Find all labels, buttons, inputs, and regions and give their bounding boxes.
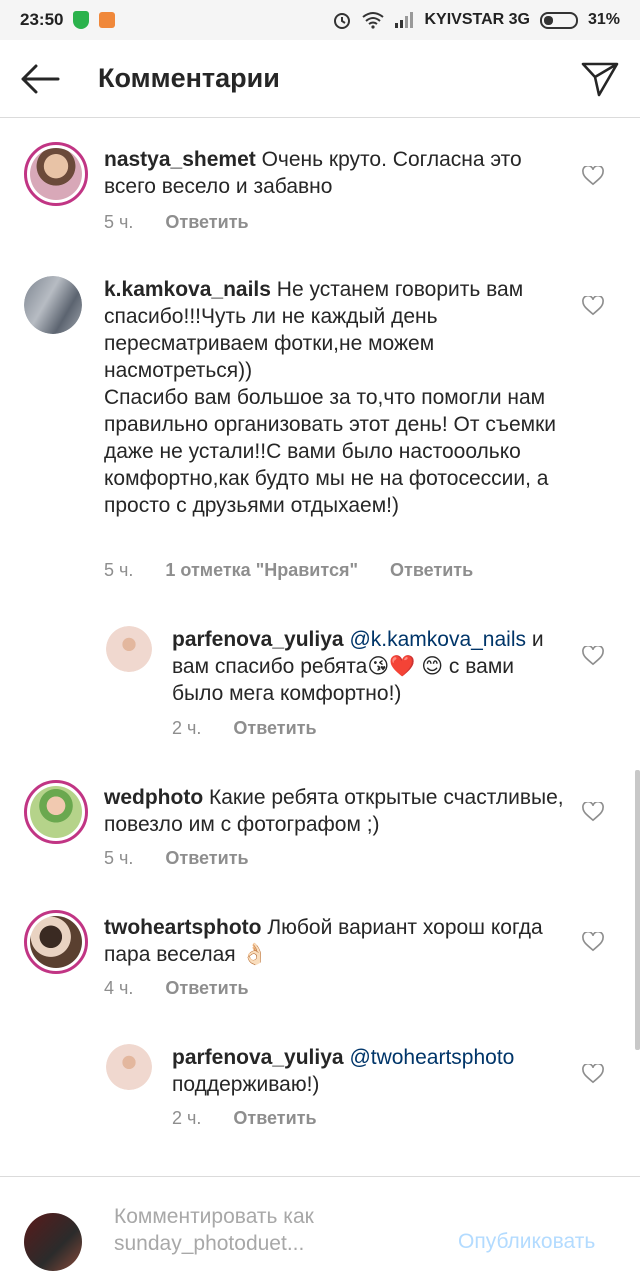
reply-button[interactable]: Ответить	[165, 978, 248, 999]
scrollbar[interactable]	[635, 770, 640, 1050]
arrow-left-icon	[21, 64, 60, 93]
likes-count[interactable]: 1 отметка "Нравится"	[165, 560, 358, 581]
carrier-label: KYIVSTAR 3G	[424, 11, 530, 28]
battery-percent: 31%	[587, 11, 620, 28]
comment-body: поддерживаю!)	[172, 1073, 320, 1096]
comment-time: 5 ч.	[104, 848, 134, 868]
comment-text: k.kamkova_nails Не устанем говорить вам …	[104, 276, 564, 519]
comment-time: 5 ч.	[104, 560, 134, 580]
avatar[interactable]	[24, 276, 82, 334]
alarm-icon	[334, 13, 351, 29]
current-user-avatar	[24, 1213, 82, 1271]
comment-text: parfenova_yuliya @twoheartsphoto поддерж…	[172, 1044, 552, 1098]
header: Комментарии	[0, 40, 640, 118]
comment-meta: 5 ч. Ответить	[104, 212, 249, 233]
avatar[interactable]	[106, 626, 152, 672]
avatar[interactable]	[24, 780, 88, 844]
wifi-icon	[362, 12, 385, 29]
comment-username[interactable]: wedphoto	[104, 786, 203, 809]
page-title: Комментарии	[98, 63, 280, 93]
app-notification-icon	[99, 12, 116, 28]
comment-username[interactable]: parfenova_yuliya	[172, 1046, 344, 1069]
reply-button[interactable]: Ответить	[390, 560, 473, 581]
comment-username[interactable]: twoheartsphoto	[104, 916, 262, 939]
mention-link[interactable]: @k.kamkova_nails	[349, 628, 526, 651]
heart-icon[interactable]	[582, 802, 604, 822]
reply-button[interactable]: Ответить	[233, 718, 316, 739]
comment-username[interactable]: parfenova_yuliya	[172, 628, 344, 651]
comment-input[interactable]: Комментировать как sunday_photoduet...	[114, 1203, 434, 1257]
heart-icon[interactable]	[582, 296, 604, 316]
comment-text: nastya_shemet Очень круто. Согласна это …	[104, 146, 564, 200]
battery-icon	[539, 11, 578, 29]
share-button[interactable]	[560, 40, 640, 118]
comment-meta: 5 ч. Ответить	[104, 848, 249, 869]
reply-button[interactable]: Ответить	[165, 212, 248, 233]
status-time: 23:50	[20, 10, 64, 29]
comment-input-bar: Комментировать как sunday_photoduet... О…	[0, 1176, 640, 1280]
heart-icon[interactable]	[582, 166, 604, 186]
publish-button[interactable]: Опубликовать	[458, 1230, 595, 1254]
avatar[interactable]	[106, 1044, 152, 1090]
signal-icon	[395, 12, 414, 28]
comment-meta: 2 ч. Ответить	[172, 718, 317, 739]
comment-time: 5 ч.	[104, 212, 134, 232]
reply-button[interactable]: Ответить	[233, 1108, 316, 1129]
avatar[interactable]	[24, 910, 88, 974]
comment-body: Не устанем говорить вам спасибо!!!Чуть л…	[104, 278, 556, 517]
avatar[interactable]	[24, 142, 88, 206]
comment-meta: 4 ч. Ответить	[104, 978, 249, 999]
back-button[interactable]	[0, 40, 80, 118]
heart-icon[interactable]	[582, 1064, 604, 1084]
security-shield-icon	[73, 11, 90, 29]
reply-button[interactable]: Ответить	[165, 848, 248, 869]
comment-time: 4 ч.	[104, 978, 134, 998]
comment-meta: 2 ч. Ответить	[172, 1108, 317, 1129]
paper-plane-icon	[581, 62, 619, 96]
heart-icon[interactable]	[582, 932, 604, 952]
mention-link[interactable]: @twoheartsphoto	[349, 1046, 514, 1069]
comment-meta: 5 ч. 1 отметка "Нравится" Ответить	[104, 560, 473, 581]
comment-username[interactable]: k.kamkova_nails	[104, 278, 271, 301]
comment-time: 2 ч.	[172, 718, 202, 738]
status-bar: 23:50 KYIVSTAR 3G 31%	[0, 0, 640, 40]
heart-icon[interactable]	[582, 646, 604, 666]
comment-text: twoheartsphoto Любой вариант хорош когда…	[104, 914, 564, 968]
comment-text: parfenova_yuliya @k.kamkova_nails и вам …	[172, 626, 552, 707]
comment-username[interactable]: nastya_shemet	[104, 148, 256, 171]
comment-time: 2 ч.	[172, 1108, 202, 1128]
comment-text: wedphoto Какие ребята открытые счастливы…	[104, 784, 564, 838]
